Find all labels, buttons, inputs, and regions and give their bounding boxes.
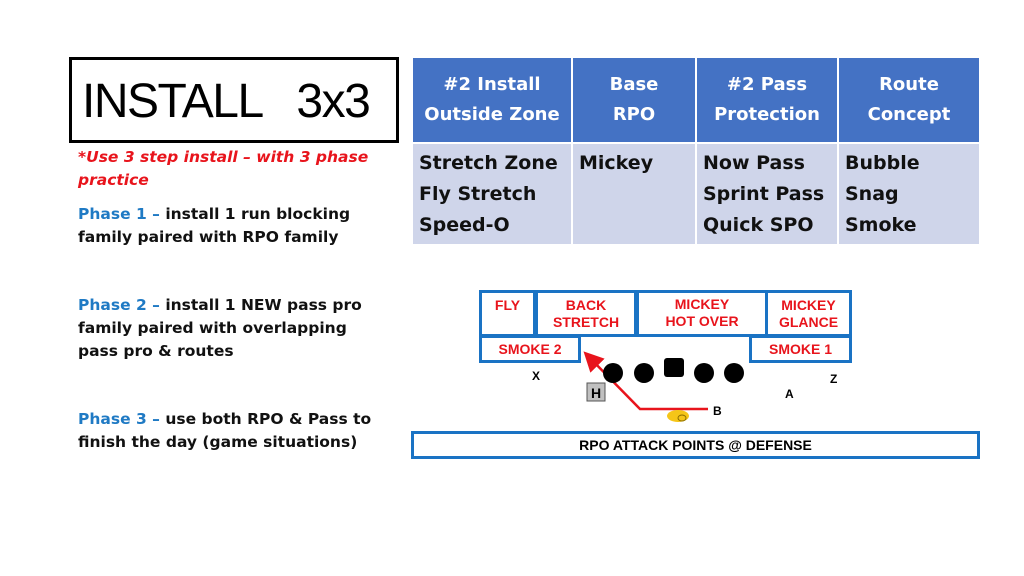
lineman-5 [724, 363, 744, 383]
label-z: Z [830, 372, 838, 386]
rpo-attack-banner: RPO ATTACK POINTS @ DEFENSE [411, 431, 980, 459]
label-x: X [532, 369, 541, 383]
play-diagram [583, 351, 744, 422]
lineman-4 [694, 363, 714, 383]
lineman-1 [603, 363, 623, 383]
lineman-2 [634, 363, 654, 383]
center [664, 358, 684, 377]
banner-text: RPO ATTACK POINTS @ DEFENSE [579, 437, 812, 453]
label-a: A [785, 387, 794, 401]
label-b: B [713, 404, 722, 418]
label-h: H [591, 385, 602, 401]
